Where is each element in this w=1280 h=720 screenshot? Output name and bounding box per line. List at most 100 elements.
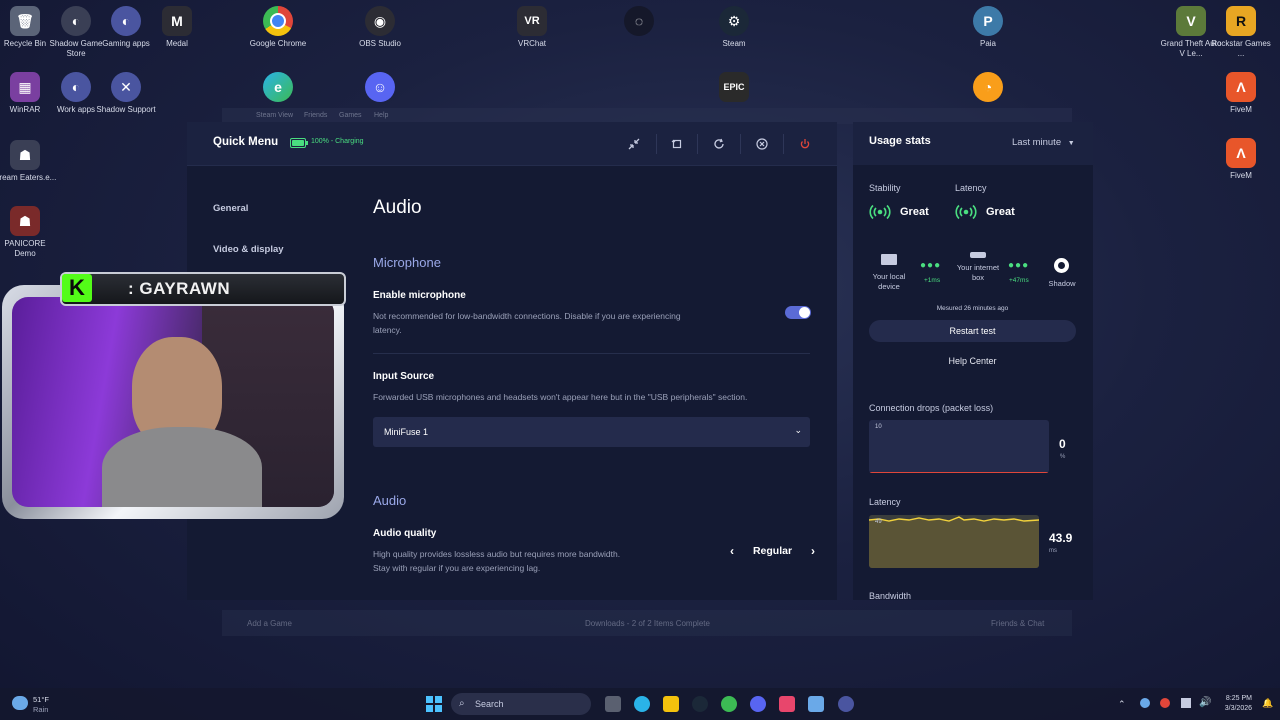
desktop-icon-label: Shadow Support — [96, 105, 156, 114]
xbox-icon[interactable] — [721, 696, 737, 712]
clock[interactable]: 8:25 PM 3/3/2026 — [1208, 694, 1252, 714]
steam-icon: ⚙ — [719, 6, 749, 36]
desktop-icon-panicore[interactable]: ☗ PANICORE Demo — [0, 206, 57, 259]
input-source-select[interactable]: MiniFuse 1 ⌄ — [373, 417, 810, 447]
close-session-button[interactable] — [753, 135, 771, 153]
taskbar-search[interactable]: ⌕ Search — [451, 693, 591, 715]
battery-status: 100% - Charging — [311, 138, 364, 145]
friends-chat-button[interactable]: Friends & Chat — [991, 619, 1044, 628]
music-icon[interactable] — [779, 696, 795, 712]
paia-icon: P — [973, 6, 1003, 36]
discord-icon[interactable] — [750, 696, 766, 712]
taskbar: 51°F Rain ⌕ Search ⌃ 🔊 8:25 PM 3/3/2026 … — [0, 688, 1280, 720]
battery-icon — [290, 138, 308, 148]
steam-icon[interactable] — [692, 696, 708, 712]
weather-condition: Rain — [33, 705, 49, 714]
stability-label: Stability — [869, 183, 901, 193]
battery-fill — [292, 140, 304, 146]
desktop-icon-medal[interactable]: M Medal — [145, 6, 209, 49]
notification-bell-icon[interactable]: 🔔 — [1262, 698, 1273, 709]
desktop-icon-rockstar[interactable]: R Rockstar Games ... — [1209, 6, 1273, 59]
desktop-icon-obs[interactable]: ◉ OBS Studio — [348, 6, 412, 49]
game-icon: ☗ — [10, 206, 40, 236]
desktop-icon-shadow-app[interactable]: ◌ — [607, 6, 671, 39]
nav-item-general[interactable]: General — [213, 203, 248, 214]
downloads-status[interactable]: Downloads - 2 of 2 Items Complete — [585, 619, 710, 628]
latency-unit: ms — [1049, 548, 1057, 554]
weather-icon[interactable] — [12, 696, 28, 710]
toolbar-divider — [697, 134, 698, 154]
desktop-icon-label: Medal — [166, 39, 188, 48]
desktop-icon-edge[interactable]: e — [246, 72, 310, 105]
desktop-icon-fivem[interactable]: Λ FiveM — [1209, 72, 1273, 115]
fivem-icon: Λ — [1226, 138, 1256, 168]
desktop-icon-label: Rockstar Games ... — [1211, 39, 1271, 58]
game-icon: ☗ — [10, 140, 40, 170]
shadow-icon: ◌ — [624, 6, 654, 36]
desktop-icon-label: Work apps — [56, 105, 96, 114]
vrchat-icon: VR — [517, 6, 547, 36]
chevron-right-icon[interactable]: › — [811, 544, 815, 558]
desktop-icon-label: PANICORE Demo — [4, 239, 46, 258]
page-title: Audio — [373, 197, 422, 218]
desktop-icon-epic[interactable]: EPIC — [702, 72, 766, 105]
restart-test-button[interactable]: Restart test — [869, 320, 1076, 342]
latency-value: 43.9 — [1049, 531, 1073, 545]
photos-icon[interactable] — [808, 696, 824, 712]
steam-menu-games[interactable]: Games — [339, 112, 362, 119]
desktop-icon-label: Steam — [722, 39, 746, 48]
refresh-icon — [714, 138, 724, 149]
steam-menu-help[interactable]: Help — [374, 112, 388, 119]
rotate-screen-button[interactable] — [668, 135, 686, 153]
nav-item-video-display[interactable]: Video & display — [213, 244, 284, 255]
rotate-icon — [671, 139, 682, 149]
box-latency: +47ms — [1009, 277, 1029, 284]
shadow-icon: ◐ — [111, 6, 141, 36]
chevron-left-icon[interactable]: ‹ — [730, 544, 734, 558]
help-center-link[interactable]: Help Center — [869, 356, 1076, 366]
refresh-button[interactable] — [710, 135, 728, 153]
shadow-icon[interactable] — [838, 696, 854, 712]
tray-app-icon[interactable] — [1140, 698, 1150, 708]
quick-menu-title: Quick Menu — [213, 136, 279, 148]
add-game-button[interactable]: Add a Game — [247, 619, 292, 628]
time-range-dropdown[interactable]: Last minute ▼ — [1012, 137, 1075, 148]
desktop-icon-label: Recycle Bin — [3, 39, 47, 48]
desktop-icon-shadow-support[interactable]: ✕ Shadow Support — [94, 72, 158, 115]
measured-time: Mesured 26 minutes ago — [936, 305, 1009, 312]
power-button[interactable] — [796, 135, 814, 153]
desktop-icon-steam[interactable]: ⚙ Steam — [702, 6, 766, 49]
desktop-icon-discord[interactable]: ☺ — [348, 72, 412, 105]
discord-icon: ☺ — [365, 72, 395, 102]
task-view-icon[interactable] — [605, 696, 621, 712]
toolbar-divider — [740, 134, 741, 154]
enable-microphone-description: Not recommended for low-bandwidth connec… — [373, 311, 681, 335]
desktop-icon-label: Dream Eaters.e... — [0, 173, 57, 182]
audio-quality-label: Audio quality — [373, 528, 437, 539]
steam-menu-view[interactable]: View — [278, 112, 293, 119]
desktop-icon-label: FiveM — [1230, 171, 1252, 180]
desktop-icon-chrome[interactable]: Google Chrome — [246, 6, 310, 49]
chevron-up-icon[interactable]: ⌃ — [1118, 699, 1126, 710]
signal-icon — [955, 204, 977, 220]
router-icon — [970, 252, 986, 258]
desktop-icon-paia[interactable]: P Paia — [956, 6, 1020, 49]
microphone-section-title: Microphone — [373, 255, 441, 270]
stability-status: Great — [900, 206, 929, 218]
steam-menu-friends[interactable]: Friends — [304, 112, 327, 119]
search-placeholder: Search — [475, 699, 504, 709]
windows-start-icon[interactable] — [426, 696, 442, 712]
clock-time: 8:25 PM — [1225, 695, 1252, 702]
file-explorer-icon[interactable] — [663, 696, 679, 712]
edge-icon[interactable] — [634, 696, 650, 712]
desktop-icon-vrchat[interactable]: VR VRChat — [500, 6, 564, 49]
desktop-icon-fivem-2[interactable]: Λ FiveM — [1209, 138, 1273, 181]
minimize-window-button[interactable] — [625, 135, 643, 153]
desktop-icon-overwatch[interactable]: ◔ — [956, 72, 1020, 105]
network-icon[interactable] — [1181, 698, 1191, 708]
desktop-icon-dream-eaters[interactable]: ☗ Dream Eaters.e... — [0, 140, 57, 183]
enable-microphone-toggle[interactable] — [785, 306, 811, 319]
steam-menu-steam[interactable]: Steam — [256, 112, 276, 119]
tray-app-icon[interactable] — [1160, 698, 1170, 708]
bandwidth-label: Bandwidth — [869, 591, 912, 600]
